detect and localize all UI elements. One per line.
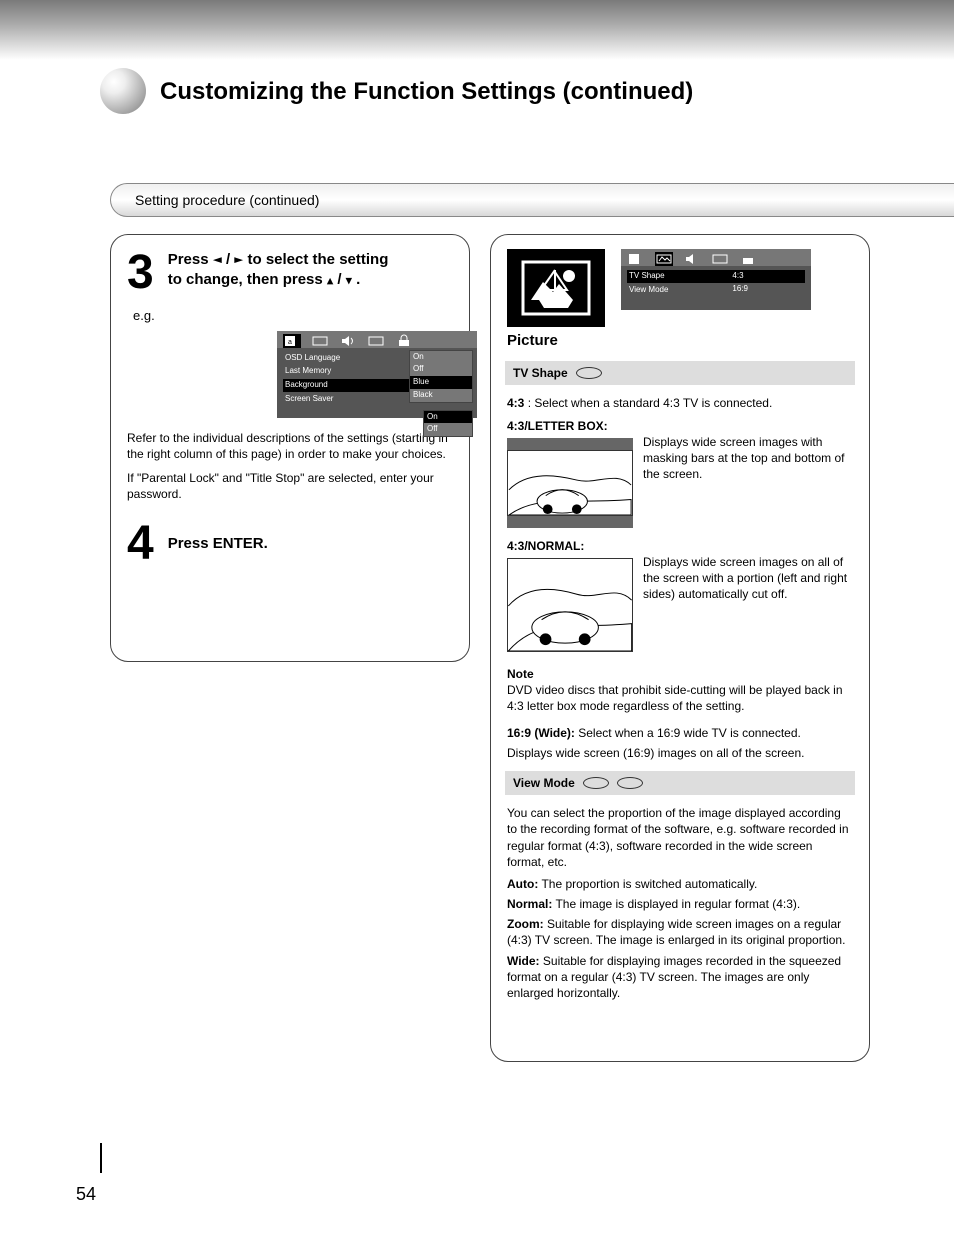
section-bar-text: Setting procedure (continued) bbox=[135, 192, 319, 208]
decorative-sphere bbox=[100, 68, 146, 114]
osd-tab-audio-icon bbox=[339, 334, 357, 348]
view-mode-divider: View Mode bbox=[505, 771, 855, 795]
osd-option-selected: 4:3 bbox=[729, 270, 751, 283]
pill-icon bbox=[617, 777, 643, 789]
step-3-heading: Press ◄ / ► to select the setting bbox=[168, 249, 453, 270]
osd-tab-picture-icon bbox=[311, 334, 329, 348]
osd-tab-parental-icon bbox=[739, 252, 757, 266]
step-4-number: 4 bbox=[127, 520, 154, 568]
tv-shape-43-label: 4:3 bbox=[507, 396, 524, 410]
letterbox-label: 4:3/LETTER BOX: bbox=[507, 419, 608, 433]
osd-option: Off bbox=[424, 423, 472, 436]
eg-label: e.g. bbox=[133, 308, 155, 323]
vm-normal-label: Normal: bbox=[507, 897, 552, 911]
note-text: DVD video discs that prohibit side-cutti… bbox=[507, 682, 853, 714]
vm-wide-text: Suitable for displaying images recorded … bbox=[507, 954, 841, 1000]
step3-detail-2: If "Parental Lock" and "Title Stop" are … bbox=[127, 470, 453, 502]
letterbox-illustration bbox=[507, 438, 633, 528]
view-mode-intro: You can select the proportion of the ima… bbox=[507, 805, 853, 870]
osd-option: Off bbox=[410, 363, 472, 376]
vm-zoom-text: Suitable for displaying wide screen imag… bbox=[507, 917, 845, 947]
pill-icon bbox=[576, 367, 602, 379]
header-gradient bbox=[0, 0, 954, 60]
osd-option: On bbox=[410, 351, 472, 364]
vm-wide-label: Wide: bbox=[507, 954, 540, 968]
osd-tab-language-icon bbox=[627, 252, 645, 266]
normal-label: 4:3/NORMAL: bbox=[507, 539, 584, 553]
step-3-heading-line2: to change, then press ▲ / ▼ . bbox=[168, 270, 453, 290]
vm-auto-text: The proportion is switched automatically… bbox=[541, 877, 757, 891]
osd-option-selected: Blue bbox=[410, 376, 472, 389]
page-number: 54 bbox=[76, 1184, 96, 1205]
vm-auto-label: Auto: bbox=[507, 877, 538, 891]
wide-sub: Displays wide screen (16:9) images on al… bbox=[507, 745, 853, 761]
osd-option: On bbox=[424, 411, 472, 424]
pill-icon bbox=[583, 777, 609, 789]
osd-item-selected: TV Shape bbox=[627, 270, 805, 283]
step-3-panel: 3 Press ◄ / ► to select the setting to c… bbox=[110, 234, 470, 662]
tv-shape-divider: TV Shape bbox=[505, 361, 855, 385]
osd-tab-parental-icon bbox=[395, 334, 413, 348]
tv-shape-43-desc: Select when a standard 4:3 TV is connect… bbox=[534, 396, 772, 410]
osd-tab-display-icon bbox=[711, 252, 729, 266]
wide-text: Select when a 16:9 wide TV is connected. bbox=[578, 726, 801, 740]
wide-label: 16:9 (Wide): bbox=[507, 726, 575, 740]
view-mode-heading: View Mode bbox=[513, 775, 575, 791]
svg-text:a: a bbox=[288, 339, 292, 346]
osd-tab-audio-icon bbox=[683, 252, 701, 266]
picture-category-icon bbox=[507, 249, 605, 327]
picture-heading: Picture bbox=[507, 331, 605, 351]
settings-panel: Picture TV Shape View Mode 4:3 16:9 TV bbox=[490, 234, 870, 1062]
osd-screenshot-left: a OSD Language Last Memory Background Sc… bbox=[277, 331, 477, 418]
step-4-text: Press ENTER. bbox=[168, 534, 268, 554]
page-title: Customizing the Function Settings (conti… bbox=[160, 78, 693, 106]
osd-item: View Mode bbox=[627, 284, 805, 297]
osd-option: Black bbox=[410, 389, 472, 402]
tv-shape-heading: TV Shape bbox=[513, 365, 568, 381]
normal-text: Displays wide screen images on all of th… bbox=[643, 554, 853, 603]
footer-rule bbox=[100, 1143, 102, 1173]
osd-option: 16:9 bbox=[729, 283, 751, 296]
osd-tab-display-icon bbox=[367, 334, 385, 348]
step3-detail-1: Refer to the individual descriptions of … bbox=[127, 430, 453, 462]
normal-illustration bbox=[507, 558, 633, 652]
section-bar: Setting procedure (continued) bbox=[110, 183, 954, 217]
osd-tab-picture-icon bbox=[655, 252, 673, 266]
note-heading: Note bbox=[507, 667, 534, 681]
vm-zoom-label: Zoom: bbox=[507, 917, 544, 931]
osd-screenshot-right: TV Shape View Mode 4:3 16:9 bbox=[621, 249, 811, 310]
letterbox-text: Displays wide screen images with masking… bbox=[643, 434, 853, 483]
osd-tab-language-icon: a bbox=[283, 334, 301, 348]
vm-normal-text: The image is displayed in regular format… bbox=[555, 897, 800, 911]
step-3-number: 3 bbox=[127, 249, 154, 297]
